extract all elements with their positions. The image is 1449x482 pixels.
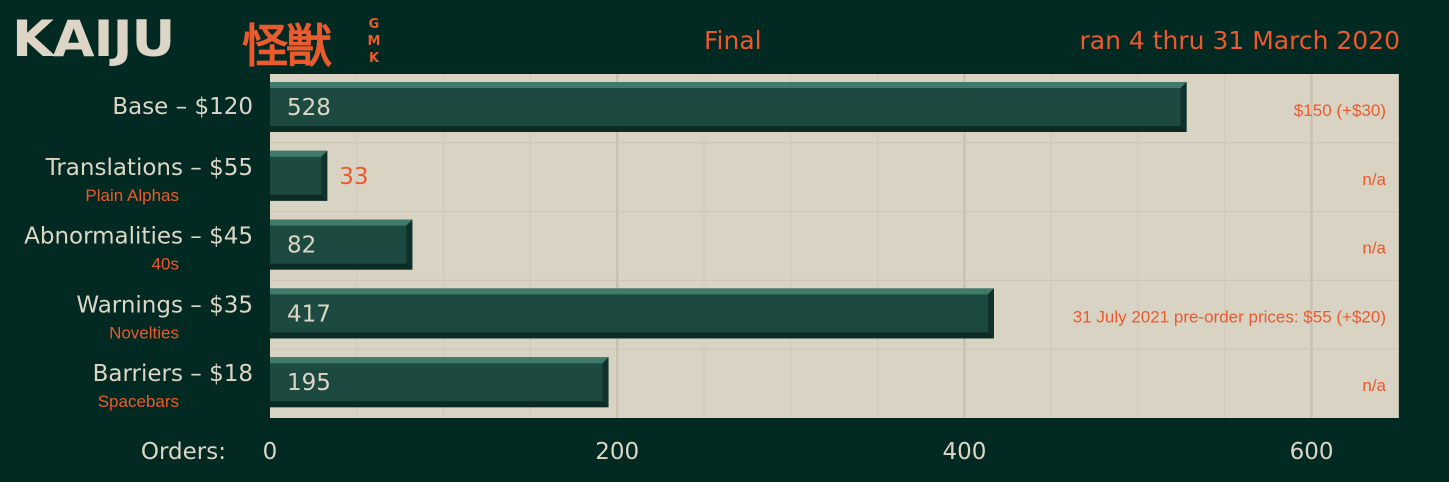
category-label: Translations – $55 bbox=[45, 155, 253, 181]
bar bbox=[270, 82, 1187, 132]
category-label: Base – $120 bbox=[112, 94, 253, 120]
bar-value-label: 417 bbox=[287, 301, 331, 327]
bar-bevel-bottom bbox=[270, 194, 328, 201]
price-note: n/a bbox=[1362, 170, 1386, 189]
orders-bar-chart: 528 Base – $120 $150 (+$30) 33 Translations … bbox=[24, 74, 1399, 465]
category-label: Barriers – $18 bbox=[93, 361, 253, 387]
category-subtitle: Novelties bbox=[109, 323, 179, 342]
bar-bevel-bottom bbox=[270, 126, 1187, 132]
bar-bevel-bottom bbox=[270, 332, 994, 339]
bar-bevel-top bbox=[270, 82, 1187, 88]
category-subtitle: Spacebars bbox=[98, 392, 179, 411]
bar-bevel-bottom bbox=[270, 263, 413, 270]
bar-value-label: 82 bbox=[287, 233, 316, 259]
x-tick-label: 600 bbox=[1290, 439, 1334, 465]
x-tick-label: 400 bbox=[942, 439, 986, 465]
bar-value-label: 528 bbox=[287, 95, 331, 121]
bar-bevel-top bbox=[270, 357, 609, 364]
bar-bevel-top bbox=[270, 288, 994, 295]
bar bbox=[270, 288, 994, 339]
price-note: n/a bbox=[1362, 239, 1386, 258]
bar-bevel-right bbox=[406, 219, 413, 270]
price-note: $150 (+$30) bbox=[1294, 101, 1386, 120]
category-subtitle: 40s bbox=[152, 255, 179, 274]
price-note: n/a bbox=[1362, 376, 1386, 395]
bar-bevel-top bbox=[270, 150, 328, 157]
price-note: 31 July 2021 pre-order prices: $55 (+$20… bbox=[1073, 307, 1386, 326]
bar bbox=[270, 150, 328, 201]
bar-bevel-bottom bbox=[270, 401, 609, 408]
bar-value-label: 33 bbox=[339, 164, 368, 190]
category-label: Abnormalities – $45 bbox=[24, 224, 253, 250]
bar-bevel-right bbox=[1180, 82, 1187, 132]
x-axis-label: Orders: bbox=[141, 439, 226, 465]
x-tick-label: 0 bbox=[263, 439, 278, 465]
bar-bevel-top bbox=[270, 219, 413, 226]
x-tick-label: 200 bbox=[595, 439, 639, 465]
bar-bevel-right bbox=[602, 357, 609, 408]
category-subtitle: Plain Alphas bbox=[85, 186, 179, 205]
bar-value-label: 195 bbox=[287, 370, 331, 396]
bar-bevel-right bbox=[987, 288, 994, 339]
category-label: Warnings – $35 bbox=[76, 292, 253, 318]
bar-bevel-right bbox=[321, 150, 328, 201]
